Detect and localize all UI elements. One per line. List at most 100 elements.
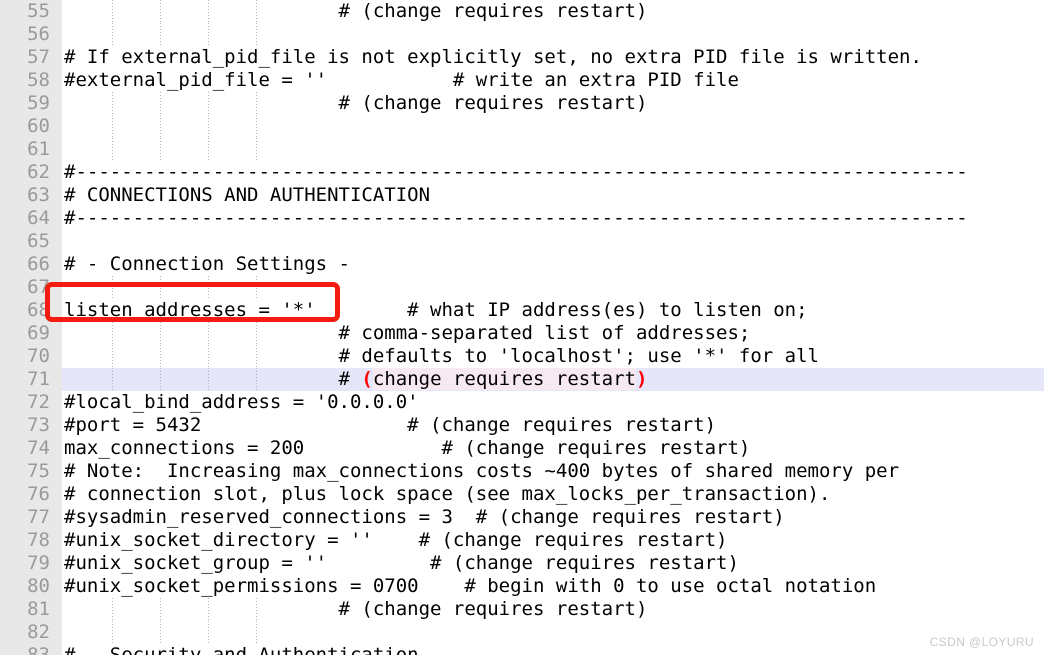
indent-guides: [62, 138, 1044, 161]
indent-guide-line: [256, 23, 258, 46]
code-line[interactable]: # defaults to 'localhost'; use '*' for a…: [62, 345, 1044, 368]
indent-guide-line: [160, 621, 162, 644]
line-number: 81: [27, 598, 50, 620]
line-number: 64: [27, 207, 50, 229]
code-line[interactable]: # (change requires restart): [62, 0, 1044, 23]
code-line[interactable]: [62, 138, 1044, 161]
code-line-text: # defaults to 'localhost'; use '*' for a…: [64, 345, 819, 367]
indent-guide-line: [208, 115, 210, 138]
line-number: 82: [27, 621, 50, 643]
code-line[interactable]: #unix_socket_group = '' # (change requir…: [62, 552, 1044, 575]
indent-guide-line: [112, 138, 114, 161]
line-number: 56: [27, 23, 50, 45]
indent-guide-line: [256, 138, 258, 161]
indent-guide-line: [112, 276, 114, 299]
line-number: 76: [27, 483, 50, 505]
bracket-close-match: ): [635, 368, 648, 390]
code-line-text: #---------------------------------------…: [64, 161, 968, 183]
code-line[interactable]: # (change requires restart): [62, 92, 1044, 115]
code-line-text: #unix_socket_directory = '' # (change re…: [64, 529, 728, 551]
code-line-current[interactable]: # (change requires restart): [62, 368, 1044, 391]
indent-guide-line: [112, 621, 114, 644]
code-line[interactable]: # comma-separated list of addresses;: [62, 322, 1044, 345]
line-number: 71: [27, 368, 50, 390]
line-number: 69: [27, 322, 50, 344]
text-editor[interactable]: # (change requires restart) # If external…: [0, 0, 1044, 655]
line-number: 60: [27, 115, 50, 137]
line-number: 58: [27, 69, 50, 91]
code-line-text: # (change requires restart): [64, 0, 648, 22]
code-line-text: #unix_socket_group = '' # (change requir…: [64, 552, 739, 574]
code-line[interactable]: #port = 5432 # (change requires restart): [62, 414, 1044, 437]
code-line[interactable]: #local_bind_address = '0.0.0.0': [62, 391, 1044, 414]
line-number: 79: [27, 552, 50, 574]
code-line[interactable]: #sysadmin_reserved_connections = 3 # (ch…: [62, 506, 1044, 529]
code-line[interactable]: [62, 115, 1044, 138]
code-line-text: # - Connection Settings -: [64, 253, 350, 275]
line-number: 55: [27, 0, 50, 22]
line-number: 66: [27, 253, 50, 275]
code-line-text: # (change requires restart): [64, 92, 648, 114]
indent-guide-line: [160, 23, 162, 46]
indent-guides: [62, 621, 1044, 644]
code-line[interactable]: # connection slot, plus lock space (see …: [62, 483, 1044, 506]
line-number: 78: [27, 529, 50, 551]
code-line-text: #sysadmin_reserved_connections = 3 # (ch…: [64, 506, 785, 528]
code-line-text: # comma-separated list of addresses;: [64, 322, 751, 344]
line-number: 83: [27, 644, 50, 655]
code-line[interactable]: # CONNECTIONS AND AUTHENTICATION: [62, 184, 1044, 207]
code-line[interactable]: # (change requires restart): [62, 598, 1044, 621]
bracket-open-match: (: [361, 368, 373, 390]
code-line[interactable]: [62, 23, 1044, 46]
code-segment-prefix: #: [64, 368, 362, 390]
code-line[interactable]: # - Security and Authentication -: [62, 644, 1044, 655]
code-line-text: # (change requires restart): [64, 598, 648, 620]
code-line[interactable]: #---------------------------------------…: [62, 161, 1044, 184]
code-line-text: # - Security and Authentication -: [64, 644, 442, 655]
line-number: 61: [27, 138, 50, 160]
code-line[interactable]: max_connections = 200 # (change requires…: [62, 437, 1044, 460]
line-number: 72: [27, 391, 50, 413]
line-number: 73: [27, 414, 50, 436]
line-number: 70: [27, 345, 50, 367]
code-line-text: #---------------------------------------…: [64, 207, 968, 229]
code-line[interactable]: #---------------------------------------…: [62, 207, 1044, 230]
code-line-text: #port = 5432 # (change requires restart): [64, 414, 717, 436]
line-number: 65: [27, 230, 50, 252]
code-line[interactable]: [62, 276, 1044, 299]
indent-guide-line: [256, 621, 258, 644]
line-number: 59: [27, 92, 50, 114]
indent-guide-line: [112, 23, 114, 46]
code-line-text: # connection slot, plus lock space (see …: [64, 483, 831, 505]
code-line-text: # If external_pid_file is not explicitly…: [64, 46, 922, 68]
code-content-area[interactable]: # (change requires restart) # If external…: [62, 0, 1044, 655]
code-line[interactable]: # - Connection Settings -: [62, 253, 1044, 276]
indent-guide-line: [256, 115, 258, 138]
indent-guide-line: [208, 23, 210, 46]
code-line-text: # (change requires restart): [64, 368, 647, 390]
indent-guide-line: [160, 115, 162, 138]
code-line-text: # Note: Increasing max_connections costs…: [64, 460, 900, 482]
indent-guides: [62, 115, 1044, 138]
code-line-text: #unix_socket_permissions = 0700 # begin …: [64, 575, 877, 597]
code-line[interactable]: # Note: Increasing max_connections costs…: [62, 460, 1044, 483]
indent-guide-line: [208, 621, 210, 644]
indent-guide-line: [160, 276, 162, 299]
code-line-text: listen_addresses = '*' # what IP address…: [64, 299, 808, 321]
code-line[interactable]: #external_pid_file = '' # write an extra…: [62, 69, 1044, 92]
indent-guides: [62, 23, 1044, 46]
csdn-watermark: CSDN @LOYURU: [929, 635, 1034, 649]
code-line-text: # CONNECTIONS AND AUTHENTICATION: [64, 184, 431, 206]
code-line[interactable]: # If external_pid_file is not explicitly…: [62, 46, 1044, 69]
line-number: 63: [27, 184, 50, 206]
line-number-list: 55 56 57 58 59 60 61 62 63 64 65 66 67 68 69 70 71 72 73 74…: [0, 0, 62, 655]
bracket-body-text: change requires restart: [372, 368, 636, 390]
code-line[interactable]: [62, 230, 1044, 253]
line-number: 62: [27, 161, 50, 183]
code-line[interactable]: #unix_socket_permissions = 0700 # begin …: [62, 575, 1044, 598]
code-line[interactable]: [62, 621, 1044, 644]
code-line[interactable]: listen_addresses = '*' # what IP address…: [62, 299, 1044, 322]
indent-guide-line: [208, 276, 210, 299]
line-number: 67: [27, 276, 50, 298]
code-line[interactable]: #unix_socket_directory = '' # (change re…: [62, 529, 1044, 552]
